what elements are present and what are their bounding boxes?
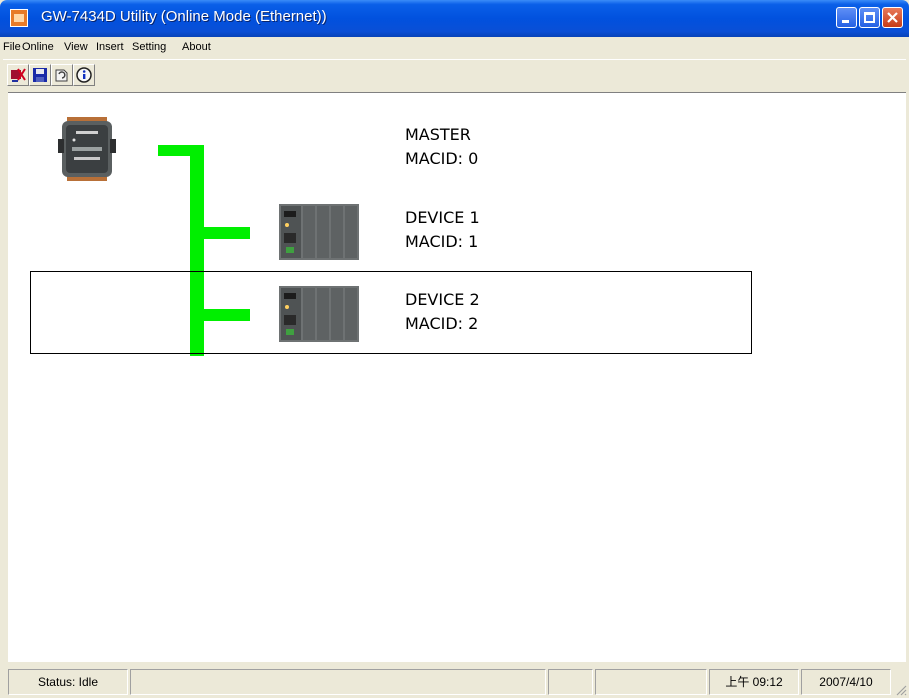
menu-file[interactable]: File bbox=[3, 41, 21, 53]
device-1-name: DEVICE 1 bbox=[405, 208, 480, 227]
bus-device1-stub bbox=[204, 227, 250, 239]
status-date: 2007/4/10 bbox=[801, 669, 891, 695]
status-bar: Status: Idle 上午 09:12 2007/4/10 bbox=[0, 665, 909, 698]
save-button[interactable] bbox=[29, 64, 51, 86]
toolbar bbox=[3, 59, 906, 92]
title-bar[interactable]: GW-7434D Utility (Online Mode (Ethernet)… bbox=[0, 0, 909, 37]
device-2-name: DEVICE 2 bbox=[405, 290, 480, 309]
load-config-icon bbox=[55, 69, 68, 82]
master-macid: MACID: 0 bbox=[405, 149, 479, 168]
disconnect-icon bbox=[11, 68, 26, 82]
status-time: 上午 09:12 bbox=[709, 669, 799, 695]
save-icon bbox=[33, 68, 47, 82]
load-config-button[interactable] bbox=[51, 64, 73, 86]
close-button[interactable] bbox=[882, 7, 903, 28]
close-icon bbox=[887, 12, 898, 23]
menu-about[interactable]: About bbox=[182, 41, 211, 53]
master-name: MASTER bbox=[405, 125, 471, 144]
status-pane-blank-1 bbox=[130, 669, 546, 695]
device-2-macid: MACID: 2 bbox=[405, 314, 479, 333]
network-diagram: MASTER MACID: 0 DEVICE 1 MACID: 1 DEVICE… bbox=[8, 92, 906, 662]
device-1-rack-icon[interactable] bbox=[278, 203, 360, 261]
about-button[interactable] bbox=[73, 64, 95, 86]
minimize-button[interactable] bbox=[836, 7, 857, 28]
window-title: GW-7434D Utility (Online Mode (Ethernet)… bbox=[41, 8, 327, 25]
app-icon[interactable] bbox=[10, 9, 28, 27]
device-2-rack-icon[interactable] bbox=[278, 285, 360, 343]
menu-online[interactable]: Online bbox=[22, 41, 54, 53]
device-1-macid: MACID: 1 bbox=[405, 232, 479, 251]
status-pane-blank-2 bbox=[548, 669, 593, 695]
app-window: GW-7434D Utility (Online Mode (Ethernet)… bbox=[0, 0, 909, 698]
device-2-selection-box[interactable] bbox=[30, 271, 752, 354]
menu-view[interactable]: View bbox=[64, 41, 88, 53]
minimize-icon bbox=[842, 20, 849, 23]
master-gateway-icon[interactable] bbox=[56, 115, 118, 183]
status-pane-blank-3 bbox=[595, 669, 707, 695]
disconnect-button[interactable] bbox=[7, 64, 29, 86]
status-text: Status: Idle bbox=[8, 669, 128, 695]
menu-bar: File Online View Insert Setting About bbox=[3, 37, 906, 59]
resize-grip-icon[interactable] bbox=[895, 684, 907, 696]
menu-setting[interactable]: Setting bbox=[132, 41, 166, 53]
menu-insert[interactable]: Insert bbox=[96, 41, 124, 53]
maximize-icon bbox=[864, 12, 875, 23]
maximize-button[interactable] bbox=[859, 7, 880, 28]
about-icon bbox=[76, 67, 92, 83]
